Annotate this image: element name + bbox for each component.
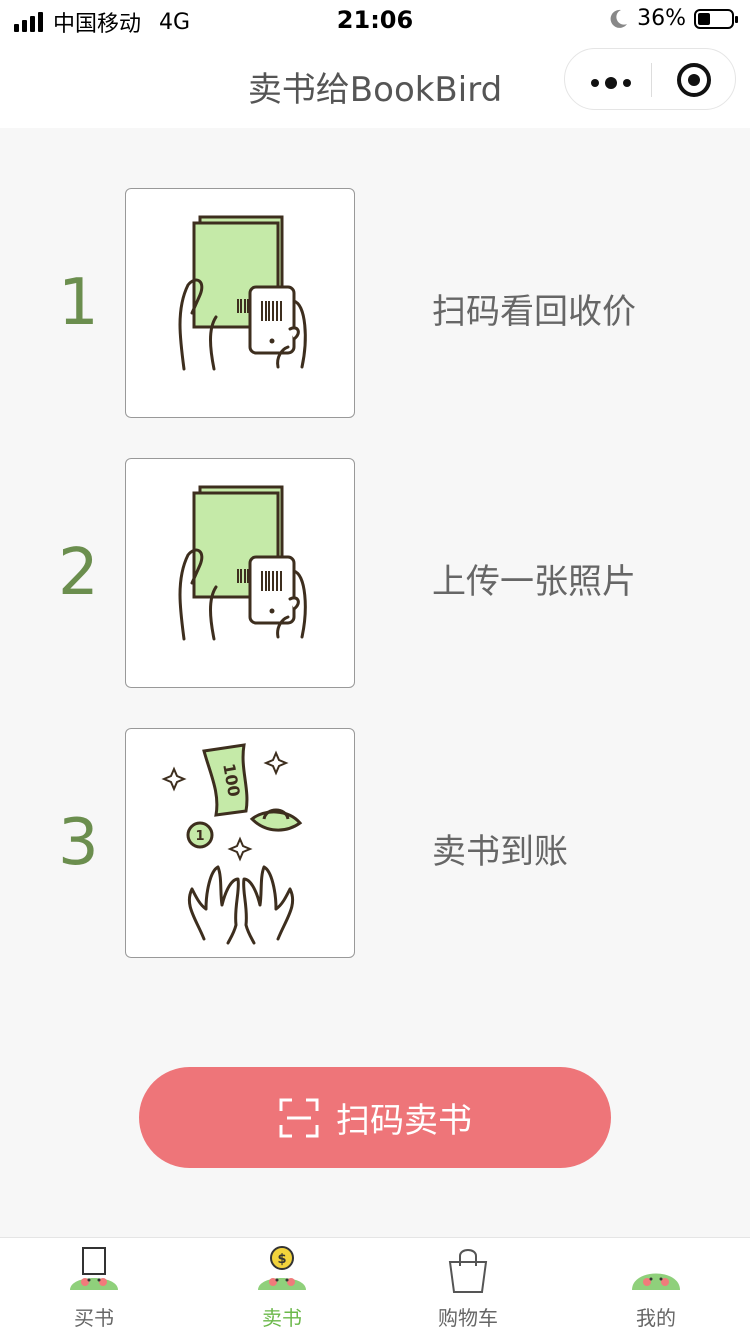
step-illustration-card: 100 1 [125, 728, 355, 958]
step-label: 扫码看回收价 [432, 292, 636, 332]
moon-icon [610, 9, 628, 28]
shopping-bag-icon [448, 1249, 488, 1293]
tab-label: 购物车 [438, 1306, 498, 1330]
tab-profile[interactable]: 我的 [596, 1238, 716, 1334]
tab-label: 我的 [636, 1306, 676, 1330]
scan-frame-icon [279, 1098, 319, 1137]
book-photo-upload-icon [178, 485, 307, 641]
sell-bird-coin-icon: $ [258, 1246, 306, 1290]
coin-text: 1 [195, 829, 204, 844]
scan-sell-button[interactable]: 扫码卖书 [139, 1067, 611, 1168]
book-barcode-scan-icon [178, 215, 307, 371]
step-number: 1 [58, 266, 99, 340]
step-number: 2 [58, 536, 99, 610]
step-1: 1 扫码看回收价 [0, 188, 750, 418]
tab-buy[interactable]: 买书 [34, 1238, 154, 1334]
tab-cart[interactable]: 购物车 [408, 1238, 528, 1334]
buy-bird-icon [70, 1247, 118, 1290]
tab-bar: 买书 $ 卖书 购物车 我的 [0, 1237, 750, 1334]
step-illustration-card [125, 458, 355, 688]
step-label: 上传一张照片 [432, 562, 636, 602]
profile-bird-icon [632, 1273, 680, 1290]
money-hands-icon: 100 1 [161, 743, 303, 945]
tab-label: 买书 [74, 1306, 114, 1330]
mini-program-capsule [564, 48, 736, 110]
status-bar: 中国移动 4G 21:06 36% [0, 0, 750, 40]
close-target-icon[interactable] [677, 63, 711, 97]
scan-sell-label: 扫码卖书 [336, 1101, 472, 1141]
tab-label: 卖书 [262, 1306, 302, 1330]
battery-icon [694, 8, 738, 29]
step-label: 卖书到账 [432, 832, 568, 872]
capsule-divider [651, 63, 652, 97]
step-number: 3 [58, 806, 99, 880]
tab-sell[interactable]: $ 卖书 [222, 1238, 342, 1334]
coin-text: $ [277, 1252, 286, 1267]
step-illustration-card [125, 188, 355, 418]
status-right: 36% [607, 6, 738, 31]
more-icon[interactable] [591, 77, 631, 89]
nav-bar: 卖书给BookBird [0, 40, 750, 128]
step-2: 2 上传一张照片 [0, 458, 750, 688]
battery-percent: 36% [637, 6, 686, 31]
step-3: 3 100 1 卖书到账 [0, 728, 750, 958]
